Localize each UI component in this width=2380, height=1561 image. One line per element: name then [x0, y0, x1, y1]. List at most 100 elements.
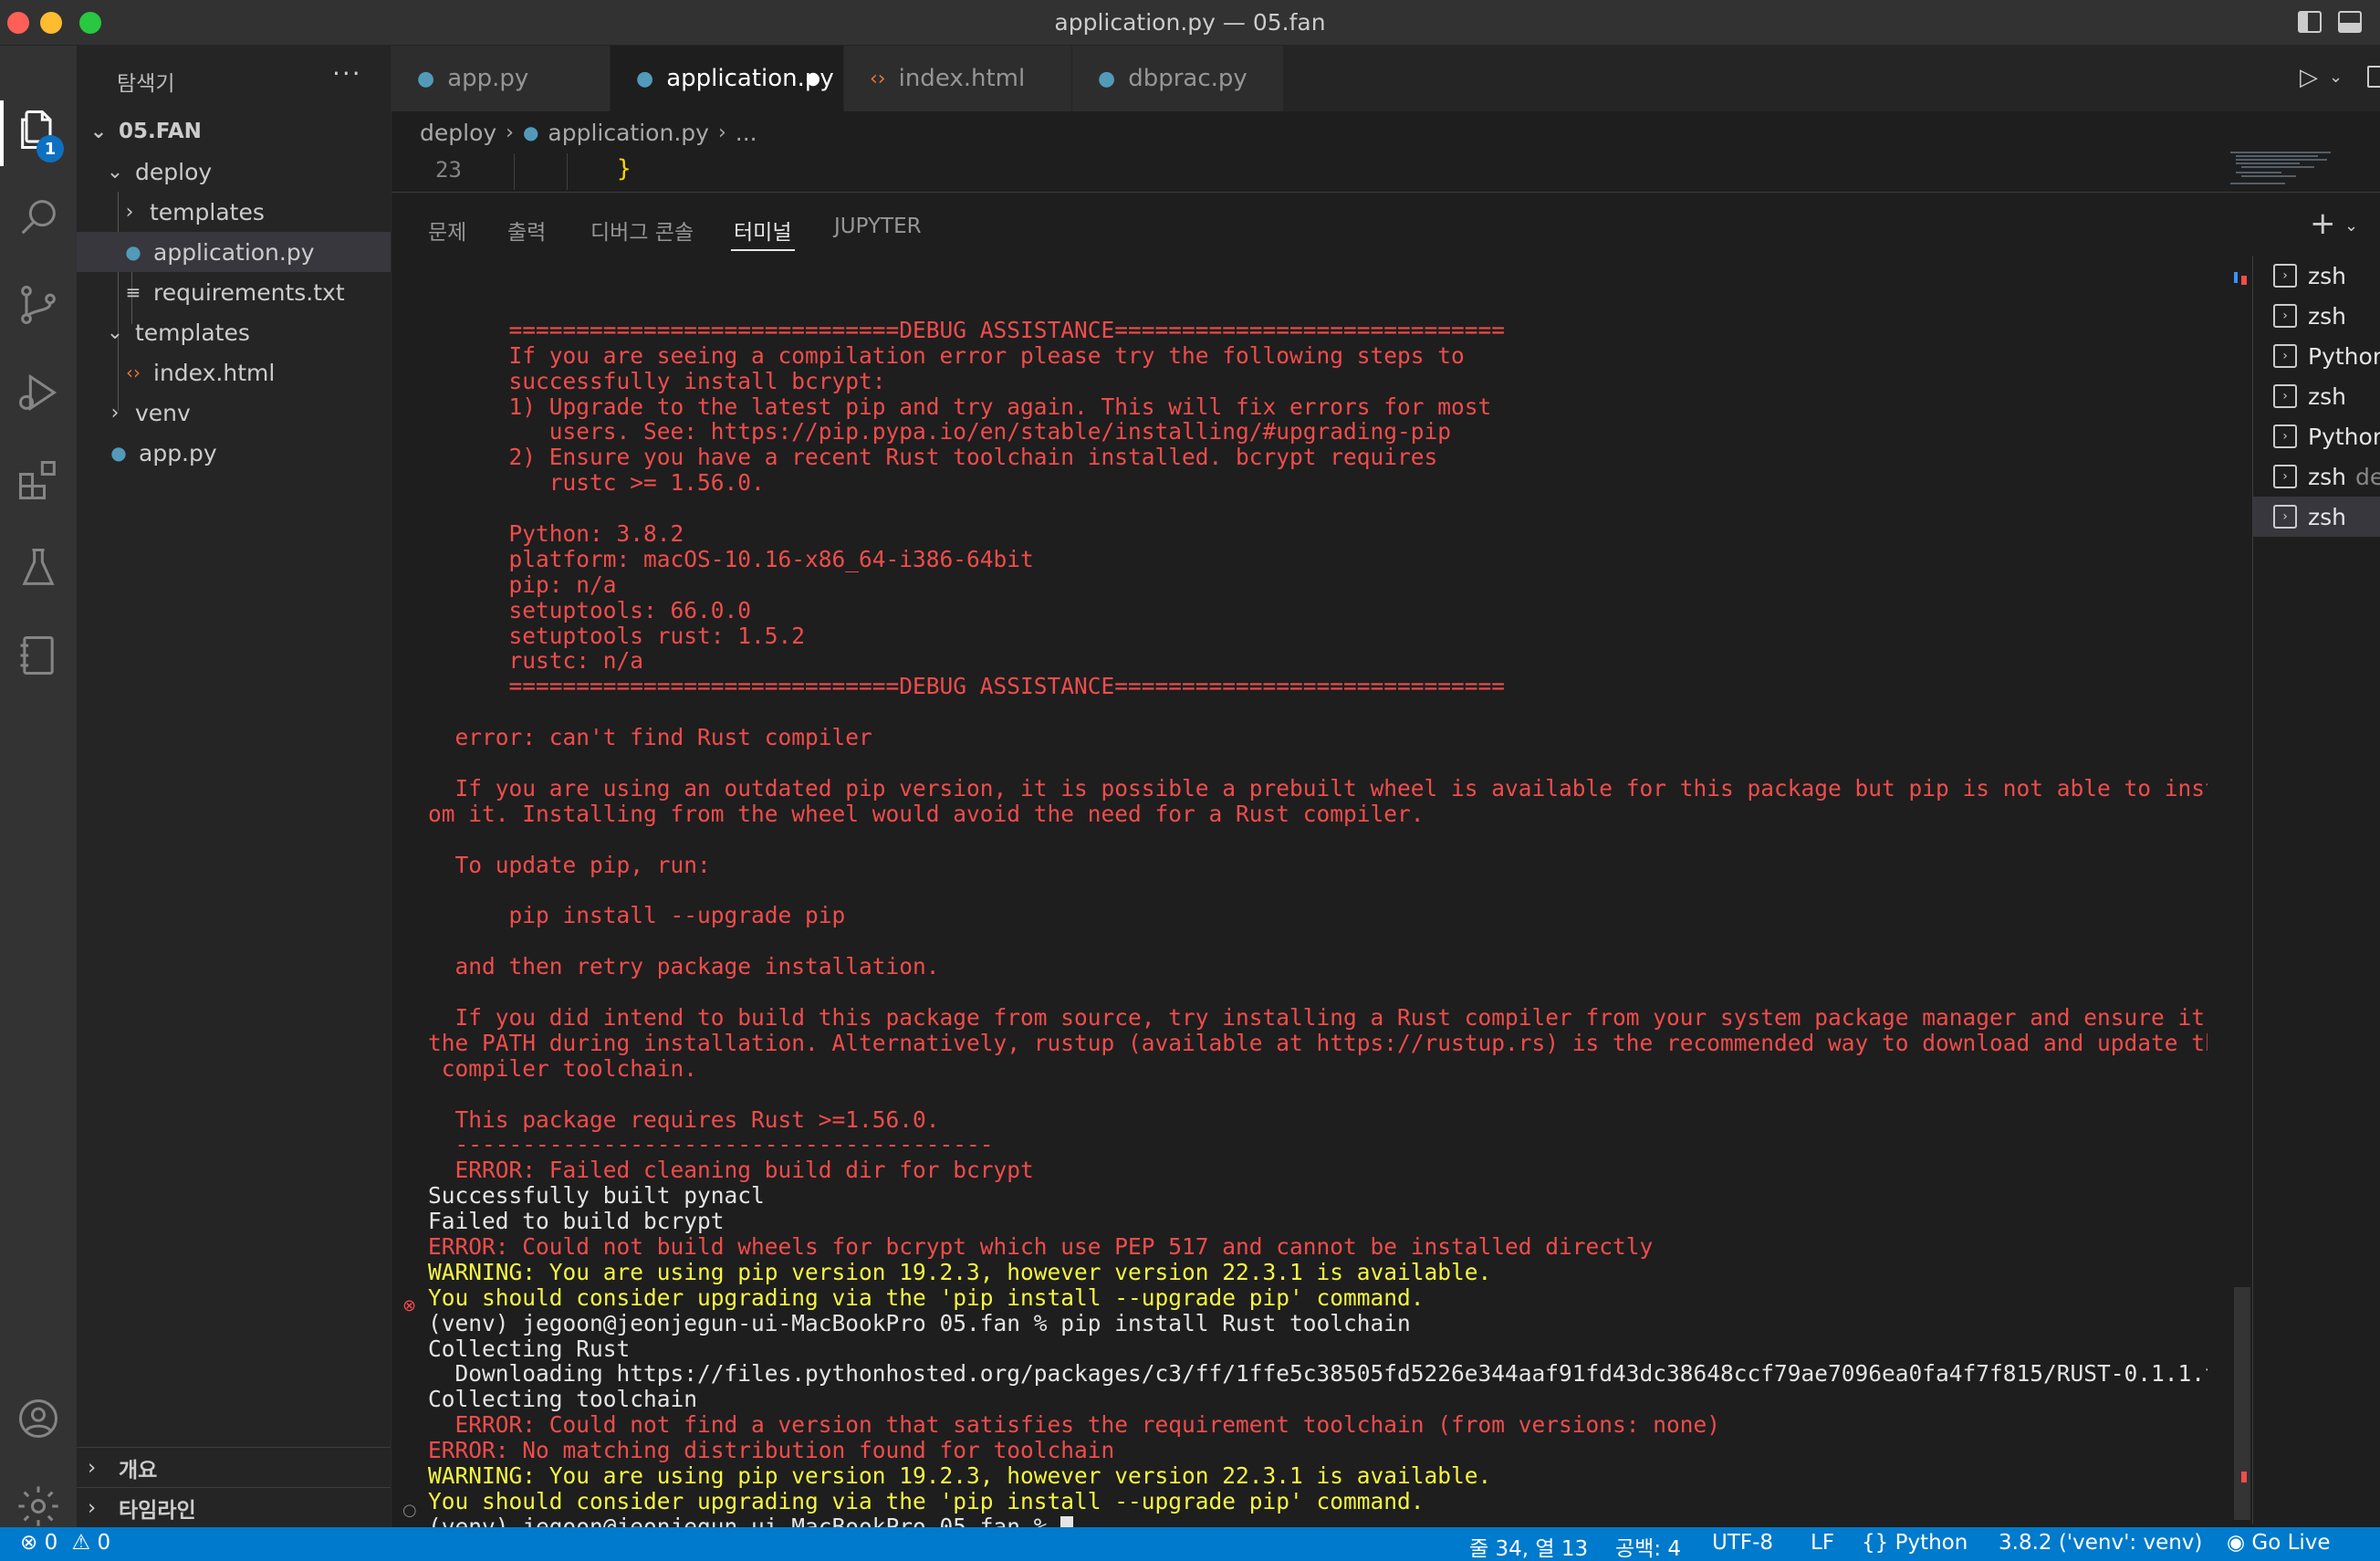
command-error-icon[interactable]: ⊗ [402, 1296, 416, 1315]
breadcrumb-folder[interactable]: deploy [420, 120, 496, 146]
terminal-line-text: 2) Ensure you have a recent Rust toolcha… [428, 445, 1438, 471]
terminal-line-text: To update pip, run: [428, 852, 711, 878]
cursor-position[interactable]: 줄 34, 열 13 [1469, 1531, 1588, 1561]
split-editor-icon[interactable] [2367, 66, 2380, 88]
chevron-down-icon[interactable]: ⌄ [2329, 68, 2343, 87]
terminal-line-text: ERROR: No matching distribution found fo… [428, 1438, 1115, 1463]
search-icon[interactable] [13, 192, 64, 243]
panel-tab-problems[interactable]: 문제 [428, 215, 466, 246]
tree-file-index-html[interactable]: ‹› index.html [77, 352, 391, 393]
outline-section[interactable]: › 개요 [77, 1447, 391, 1487]
chevron-down-icon[interactable]: ⌄ [2344, 216, 2358, 236]
tree-item-label: templates [150, 198, 265, 225]
workspace-root[interactable]: ⌄ 05.FAN [77, 111, 391, 152]
problems-status[interactable]: ⊗ 0 ⚠ 0 [20, 1531, 110, 1555]
unsaved-dot-icon[interactable] [807, 73, 819, 86]
tab-dbprac-py[interactable]: ● dbprac.py [1072, 46, 1284, 111]
terminal-item-python-2[interactable]: › Python [2253, 416, 2380, 456]
account-icon[interactable] [13, 1393, 64, 1444]
terminal-icon: › [2273, 505, 2297, 529]
terminal-line: successfully install bcrypt: [428, 369, 2208, 394]
source-control-icon[interactable] [13, 279, 64, 330]
panel-tab-output[interactable]: 출력 [507, 215, 546, 246]
tree-file-app-py[interactable]: ● app.py [77, 433, 391, 473]
python-file-icon: ● [125, 241, 141, 263]
encoding-status[interactable]: UTF-8 [1712, 1531, 1773, 1555]
minimap[interactable] [2227, 146, 2354, 192]
panel-tab-jupyter[interactable]: JUPYTER [834, 215, 922, 238]
terminal-icon: › [2273, 384, 2297, 408]
timeline-label: 타임라인 [119, 1498, 196, 1523]
tree-folder-venv[interactable]: › venv [77, 393, 391, 433]
tree-folder-templates-root[interactable]: ⌄ templates [77, 312, 391, 352]
breadcrumb-file[interactable]: application.py [548, 120, 709, 146]
tree-item-label: requirements.txt [153, 278, 345, 306]
python-interpreter[interactable]: 3.8.2 ('venv': venv) [1999, 1531, 2202, 1555]
terminal-line-text: platform: macOS-10.16-x86_64-i386-64bit [428, 546, 1034, 572]
braces-icon: {} [1862, 1531, 1889, 1555]
terminal-line: Collecting Rust [428, 1336, 2208, 1362]
toggle-sidebar-icon[interactable] [2298, 11, 2322, 33]
command-pending-icon[interactable]: ○ [402, 1501, 417, 1520]
tree-item-label: venv [135, 399, 191, 426]
terminal-line-text: 1) Upgrade to the latest pip and try aga… [428, 393, 1492, 420]
go-live-button[interactable]: ◉ Go Live [2227, 1531, 2331, 1555]
tree-file-application-py[interactable]: ● application.py [77, 232, 391, 272]
indentation-status[interactable]: 공백: 4 [1615, 1531, 1681, 1561]
notebook-icon[interactable] [13, 630, 64, 681]
chevron-right-icon: › [717, 120, 726, 144]
timeline-section[interactable]: › 타임라인 [77, 1487, 391, 1527]
terminal-icon: › [2273, 264, 2297, 288]
toggle-panel-icon[interactable] [2338, 11, 2362, 33]
python-icon: ● [417, 67, 435, 90]
tree-file-requirements[interactable]: ≡ requirements.txt [77, 272, 391, 312]
terminal-line-text: If you did intend to build this package … [428, 1004, 2208, 1031]
terminal-item-zsh-active[interactable]: › zsh [2253, 497, 2380, 537]
terminal-scrollbar[interactable] [2234, 1287, 2250, 1520]
editor-tab-bar: ● app.py ● application.py ‹› index.html … [391, 46, 2380, 111]
settings-gear-icon[interactable] [13, 1481, 64, 1532]
terminal-line-text: If you are seeing a compilation error pl… [428, 342, 1465, 369]
terminal-line-text: WARNING: You are using pip version 19.2.… [428, 1259, 1492, 1285]
terminal-item-label: zsh [2308, 503, 2346, 530]
active-indicator [0, 100, 4, 166]
panel-tab-terminal[interactable]: 터미널 [734, 215, 791, 246]
panel-tab-debug-console[interactable]: 디버그 콘솔 [590, 215, 694, 246]
extensions-icon[interactable] [13, 455, 64, 506]
terminal-line-text: (venv) jegoon@jeonjegun-ui-MacBookPro 05… [428, 1310, 1411, 1336]
terminal-line-text: This package requires Rust >=1.56.0. [428, 1106, 940, 1133]
terminal-line-text: compiler toolchain. [428, 1055, 698, 1082]
tab-index-html[interactable]: ‹› index.html [844, 46, 1072, 111]
terminal-line: 2) Ensure you have a recent Rust toolcha… [428, 445, 2208, 470]
run-debug-icon[interactable] [13, 367, 64, 418]
terminal-item-zsh-2[interactable]: › zsh [2253, 296, 2380, 336]
terminal-line: If you are using an outdated pip version… [428, 776, 2208, 801]
terminal-item-zsh-3[interactable]: › zsh [2253, 376, 2380, 416]
tree-folder-templates[interactable]: › templates [77, 192, 391, 232]
terminal-output[interactable]: =============================DEBUG ASSIS… [428, 292, 2208, 1540]
terminal-item-python-1[interactable]: › Python [2253, 336, 2380, 376]
language-mode[interactable]: {} Python [1862, 1531, 1968, 1555]
eol-status[interactable]: LF [1811, 1531, 1834, 1555]
tree-item-label: application.py [153, 238, 315, 266]
breadcrumb-more[interactable]: ... [736, 120, 757, 146]
terminal-item-zsh-4[interactable]: › zsh de [2253, 456, 2380, 497]
chevron-right-icon: › [88, 1495, 97, 1520]
run-file-icon[interactable]: ▷ [2300, 64, 2318, 91]
terminal-item-zsh-1[interactable]: › zsh [2253, 256, 2380, 296]
outline-label: 개요 [119, 1458, 158, 1482]
terminal-icon: › [2273, 304, 2297, 328]
new-terminal-plus-icon[interactable]: + [2310, 205, 2336, 242]
terminal-line: You should consider upgrading via the 'p… [428, 1285, 2208, 1311]
tab-application-py[interactable]: ● application.py [611, 46, 844, 111]
testing-icon[interactable] [13, 542, 64, 593]
more-actions-icon[interactable]: ··· [332, 58, 362, 89]
code-editor[interactable]: 23 } [391, 153, 2226, 190]
terminal-line: rustc >= 1.56.0. [428, 470, 2208, 496]
title-bar: application.py — 05.fan [0, 0, 2380, 46]
terminal-line: om it. Installing from the wheel would a… [428, 801, 2208, 827]
tab-app-py[interactable]: ● app.py [391, 46, 611, 111]
tree-folder-deploy[interactable]: ⌄ deploy [77, 152, 391, 192]
